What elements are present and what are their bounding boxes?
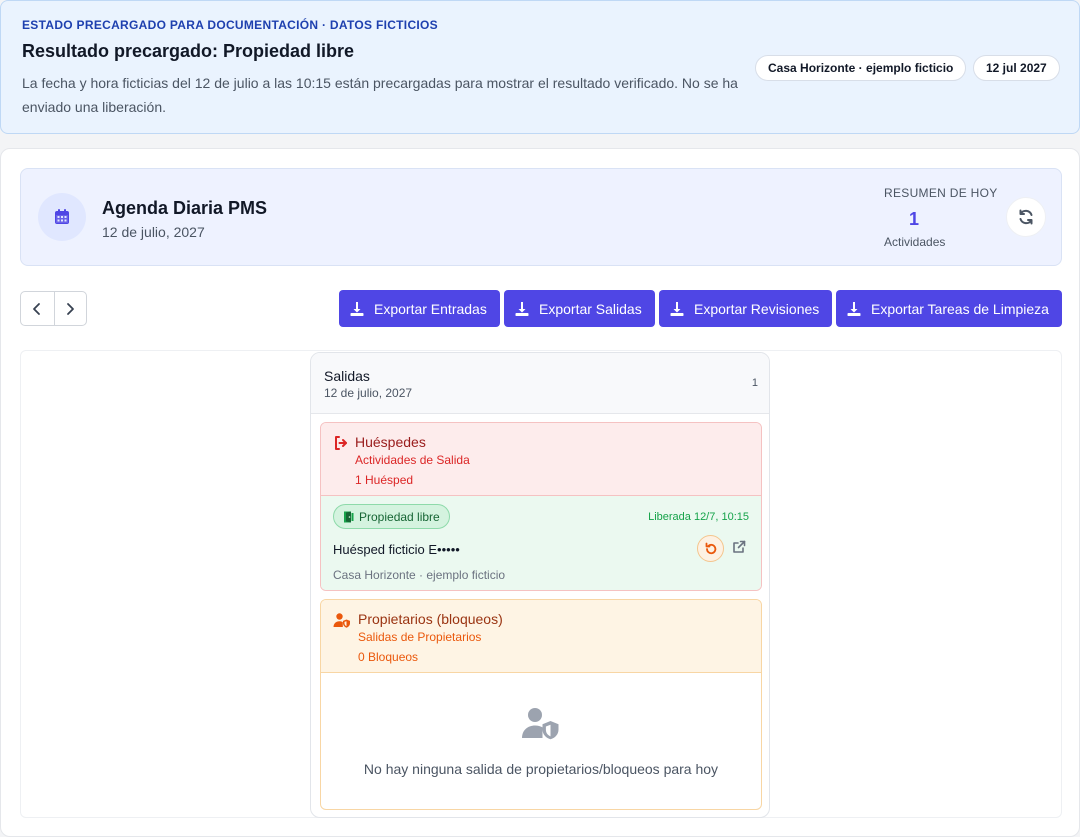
chevron-left-icon [33, 302, 41, 315]
chevron-right-icon [67, 302, 75, 315]
status-badge-label: Propiedad libre [359, 509, 440, 524]
released-timestamp: Liberada 12/7, 10:15 [648, 511, 749, 523]
download-icon [847, 301, 861, 316]
banner-kicker: ESTADO PRECARGADO PARA DOCUMENTACIÓN · D… [22, 18, 438, 32]
download-icon [670, 301, 684, 316]
export-arrivals-label: Exportar Entradas [374, 300, 487, 317]
export-arrivals-button[interactable]: Exportar Entradas [339, 290, 500, 327]
export-cleaning-tasks-label: Exportar Tareas de Limpieza [871, 300, 1049, 317]
property-pill: Casa Horizonte · ejemplo ficticio [755, 55, 967, 81]
summary-subtitle: Actividades [884, 235, 946, 249]
preloaded-state-banner: ESTADO PRECARGADO PARA DOCUMENTACIÓN · D… [0, 0, 1080, 134]
refresh-button[interactable] [1006, 197, 1046, 237]
refresh-icon [1019, 209, 1033, 225]
column-title: Salidas [324, 368, 370, 384]
guests-subtitle: Actividades de Salida [355, 453, 470, 467]
owners-empty-message: No hay ninguna salida de propietarios/bl… [363, 761, 719, 777]
undo-icon [705, 542, 716, 554]
banner-title: Resultado precargado: Propiedad libre [22, 41, 355, 61]
export-inspections-button[interactable]: Exportar Revisiones [659, 290, 832, 327]
summary-count: 1 [908, 209, 919, 229]
page-title: Agenda Diaria PMS [102, 198, 268, 218]
guests-title: Huéspedes [355, 434, 426, 450]
download-icon [350, 301, 364, 316]
guest-name: Huésped ficticio E••••• [333, 542, 460, 557]
owners-section-header: Propietarios (bloqueos) Salidas de Propi… [321, 600, 761, 673]
previous-day-button[interactable] [21, 292, 54, 325]
sign-out-icon [335, 436, 347, 450]
banner-description: La fecha y hora ficticias del 12 de juli… [22, 75, 738, 115]
calendar-icon [38, 193, 86, 241]
export-departures-label: Exportar Salidas [539, 300, 642, 317]
next-day-button[interactable] [53, 292, 87, 325]
column-count: 1 [751, 377, 758, 389]
owners-title: Propietarios (bloqueos) [358, 611, 503, 627]
owners-subtitle: Salidas de Propietarios [358, 630, 482, 644]
user-shield-icon [522, 708, 559, 740]
export-departures-button[interactable]: Exportar Salidas [504, 290, 655, 327]
status-badge: Propiedad libre [333, 504, 450, 529]
export-cleaning-tasks-button[interactable]: Exportar Tareas de Limpieza [836, 290, 1062, 327]
departures-column: Salidas 12 de julio, 2027 1 Huéspedes Ac… [310, 352, 770, 818]
agenda-date: 12 de julio, 2027 [102, 224, 205, 240]
column-header: Salidas 12 de julio, 2027 1 [311, 353, 769, 414]
date-pill: 12 jul 2027 [973, 55, 1060, 81]
guests-section: Huéspedes Actividades de Salida 1 Huéspe… [320, 422, 762, 591]
user-shield-icon [333, 613, 350, 628]
summary-label: RESUMEN DE HOY [884, 186, 998, 200]
owners-count: 0 Bloqueos [358, 650, 419, 664]
guest-property: Casa Horizonte · ejemplo ficticio [333, 568, 506, 582]
agenda-header: Agenda Diaria PMS 12 de julio, 2027 RESU… [20, 168, 1062, 266]
door-open-icon [344, 511, 354, 522]
guest-departure-card[interactable]: Propiedad libre Liberada 12/7, 10:15 Hué… [321, 496, 761, 590]
owners-section: Propietarios (bloqueos) Salidas de Propi… [320, 599, 762, 810]
guests-section-header: Huéspedes Actividades de Salida 1 Huéspe… [321, 423, 761, 496]
guests-count: 1 Huésped [355, 473, 414, 487]
undo-release-button[interactable] [697, 535, 724, 562]
date-navigation [20, 291, 87, 326]
external-link-icon[interactable] [732, 540, 746, 554]
download-icon [515, 301, 529, 316]
column-date: 12 de julio, 2027 [324, 386, 413, 400]
export-inspections-label: Exportar Revisiones [694, 300, 820, 317]
